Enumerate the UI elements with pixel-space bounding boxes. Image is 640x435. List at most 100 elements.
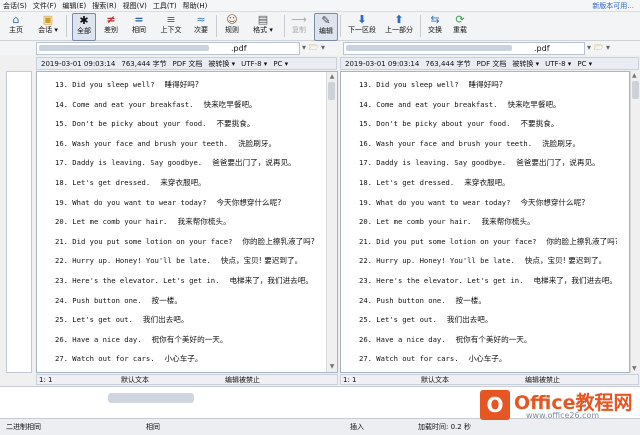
english-text: 14. Come and eat your breakfast. — [359, 99, 498, 109]
right-vertical-scrollbar[interactable]: ▲ ▼ — [630, 71, 640, 373]
left-path-actions: ▾ 🗁 ▾ — [302, 42, 325, 56]
chevron-down-icon[interactable]: ▾ — [321, 43, 325, 52]
file-date: 2019-03-01 09:03:14 — [41, 60, 116, 68]
english-text: 26. Have a nice day. — [55, 334, 142, 344]
english-text: 24. Push button one. — [359, 295, 446, 305]
chinese-text: 你的脸上擦乳液了吗? — [546, 236, 617, 246]
chinese-text: 不要挑食。 — [216, 119, 255, 129]
reload-button[interactable]: ⟳ 重载 — [450, 13, 470, 39]
right-pane-status: 1: 1 默认文本 编辑被禁止 — [340, 374, 639, 385]
english-text: 25. Let's get out. — [359, 315, 437, 325]
home-button[interactable]: ⌂ 主页 — [6, 13, 26, 39]
text-line: 24. Push button one. 按一楼。 — [55, 291, 325, 311]
chinese-text: 我来帮你梳头。 — [481, 217, 535, 227]
open-folder-icon[interactable]: 🗁 — [309, 43, 319, 52]
rules-button[interactable]: ☺ 规则 — [222, 13, 242, 39]
open-folder-icon[interactable]: 🗁 — [594, 43, 604, 52]
english-text: 22. Hurry up. Honey! You'll be late. — [359, 256, 515, 266]
left-path-row: .pdf ▾ 🗁 ▾ — [0, 41, 338, 55]
english-text: 23. Here's the elevator. Let's get in. — [55, 275, 220, 285]
thumbnail-overview[interactable] — [6, 71, 32, 373]
swap-button[interactable]: ⇆ 交换 — [426, 13, 444, 39]
right-lines: 13. Did you sleep well? 睡得好吗? 14. Come and… — [359, 75, 617, 369]
copy-button[interactable]: ⟶ 复制 — [290, 13, 308, 39]
chevron-down-icon[interactable]: ▾ — [606, 43, 610, 52]
office-logo-icon: O — [480, 390, 510, 420]
chinese-text: 洗脸刷牙。 — [238, 138, 277, 148]
same-button[interactable]: = 相同 — [128, 13, 150, 39]
text-line: 23. Here's the elevator. Let's get in. 电梯… — [359, 271, 617, 291]
minor-button[interactable]: ≈ 次要 — [190, 13, 212, 39]
menu-bar: 会话(S) 文件(F) 编辑(E) 搜索(R) 视图(V) 工具(T) 帮助(H… — [0, 0, 640, 12]
chinese-text: 按一楼。 — [455, 295, 486, 305]
scroll-thumb[interactable] — [328, 82, 335, 100]
session-button[interactable]: ▣ 会话 ▾ — [34, 13, 62, 39]
english-text: 13. Did you sleep well? — [55, 80, 155, 89]
file-date: 2019-03-01 09:03:14 — [345, 60, 420, 68]
menu-edit[interactable]: 编辑(E) — [59, 1, 89, 11]
menu-view[interactable]: 视图(V) — [120, 1, 150, 11]
chinese-text: 小心车子。 — [468, 354, 507, 364]
english-text: 21. Did you put some lotion on your face… — [359, 236, 537, 246]
text-line: 14. Come and eat your breakfast. 快来吃早餐吧。 — [55, 95, 325, 115]
menu-file[interactable]: 文件(F) — [30, 1, 60, 11]
prev-section-button[interactable]: ⬆ 上一部分 — [382, 13, 416, 39]
context-button[interactable]: ≡ 上下文 — [158, 13, 184, 39]
file-converted[interactable]: 被转换 ▾ — [512, 58, 539, 69]
file-line-ending[interactable]: PC ▾ — [273, 58, 288, 69]
scroll-up-icon[interactable]: ▲ — [632, 72, 637, 79]
right-text-pane[interactable]: 13. Did you sleep well? 睡得好吗? 14. Come and… — [340, 71, 630, 373]
reload-icon: ⟳ — [455, 13, 465, 26]
english-text: 17. Daddy is leaving. Say goodbye. — [55, 158, 203, 168]
all-button[interactable]: ✱ 全部 — [72, 13, 96, 41]
text-line: 25. Let's get out. 我们出去吧。 — [55, 310, 325, 330]
rules-icon: ☺ — [226, 13, 238, 26]
right-path-input[interactable]: .pdf — [343, 42, 585, 55]
menu-tools[interactable]: 工具(T) — [150, 1, 180, 11]
compare-summary: 相同 — [146, 423, 160, 431]
toolbar-separator — [340, 15, 341, 37]
scroll-down-icon[interactable]: ▼ — [632, 365, 637, 372]
diffs-button[interactable]: ≠ 差别 — [100, 13, 122, 39]
chinese-text: 祝你有个美好的一天。 — [151, 334, 228, 344]
chinese-text: 你的脸上擦乳液了吗? — [242, 236, 315, 246]
left-text-pane[interactable]: 13. Did you sleep well? 睡得好吗? 14. Come and… — [36, 71, 338, 373]
file-encoding[interactable]: UTF-8 ▾ — [241, 58, 267, 69]
text-line: 24. Push button one. 按一楼。 — [359, 291, 617, 311]
text-line: 21. Did you put some lotion on your face… — [55, 232, 325, 252]
scroll-up-icon[interactable]: ▲ — [328, 73, 336, 81]
chinese-text: 电梯来了，我们进去吧。 — [533, 275, 617, 285]
chevron-down-icon[interactable]: ▾ — [302, 43, 306, 52]
file-encoding[interactable]: UTF-8 ▾ — [545, 58, 571, 69]
left-path-input[interactable]: .pdf — [36, 42, 300, 55]
menu-help[interactable]: 帮助(H) — [180, 1, 211, 11]
file-line-ending[interactable]: PC ▾ — [577, 58, 592, 69]
scroll-thumb[interactable] — [632, 81, 639, 99]
chinese-text: 快来吃早餐吧。 — [203, 99, 257, 109]
swap-icon: ⇆ — [430, 13, 440, 26]
english-text: 18. Let's get dressed. — [55, 177, 151, 187]
chevron-down-icon[interactable]: ▾ — [587, 43, 591, 52]
edit-button[interactable]: ✎ 编辑 — [314, 13, 338, 41]
file-type: PDF 文档 — [476, 60, 507, 68]
new-version-link[interactable]: 新版本可用... — [589, 1, 640, 11]
chinese-text: 快点，宝贝! 要迟到了。 — [220, 256, 303, 266]
text-line: 17. Daddy is leaving. Say goodbye. 爸爸要出门了… — [359, 153, 617, 173]
right-path-row: .pdf ▾ 🗁 ▾ — [339, 41, 640, 55]
next-section-button[interactable]: ⬇ 下一区段 — [346, 13, 378, 39]
home-icon: ⌂ — [12, 13, 20, 26]
english-text: 19. What do you want to wear today? — [55, 197, 207, 207]
text-mode: 默认文本 — [121, 376, 149, 384]
menu-search[interactable]: 搜索(R) — [89, 1, 119, 11]
english-text: 24. Push button one. — [55, 295, 142, 305]
chinese-text: 祝你有个美好的一天。 — [455, 334, 532, 344]
text-line: 18. Let's get dressed. 来穿衣服吧。 — [55, 173, 325, 193]
file-converted[interactable]: 被转换 ▾ — [208, 58, 235, 69]
toolbar-separator — [420, 15, 421, 37]
format-button[interactable]: ▤ 格式 ▾ — [248, 13, 278, 39]
logo-url: www.office26.com — [526, 411, 600, 420]
scroll-down-icon[interactable]: ▼ — [328, 363, 336, 371]
menu-session[interactable]: 会话(S) — [0, 1, 30, 11]
left-vertical-scrollbar[interactable]: ▲ ▼ — [326, 72, 337, 372]
text-line: 21. Did you put some lotion on your face… — [359, 232, 617, 252]
